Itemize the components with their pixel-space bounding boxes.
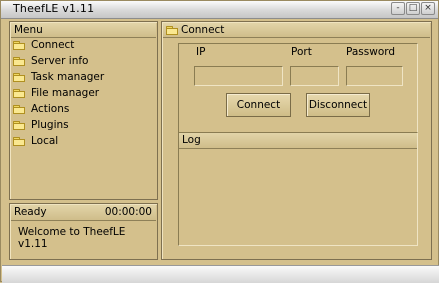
menu-item-actions[interactable]: Actions xyxy=(10,102,150,117)
status-panel-header: Ready 00:00:00 xyxy=(11,205,156,221)
log-title: Log xyxy=(182,134,201,146)
menu-panel-header: Menu xyxy=(11,23,156,38)
log-content[interactable] xyxy=(181,150,415,243)
menu-item-label: Server info xyxy=(31,55,89,67)
window-title: TheefLE v1.11 xyxy=(13,2,95,15)
menu-item-task-manager[interactable]: Task manager xyxy=(10,70,150,85)
menu-item-file-manager[interactable]: File manager xyxy=(10,86,150,101)
password-input[interactable] xyxy=(346,66,403,86)
minimize-button[interactable]: - xyxy=(391,2,405,15)
connect-panel-title: Connect xyxy=(181,24,225,36)
folder-icon xyxy=(166,26,178,35)
menu-item-label: Actions xyxy=(31,103,70,115)
menu-item-server-info[interactable]: Server info xyxy=(10,54,150,69)
password-label: Password xyxy=(346,46,396,58)
status-state: Ready xyxy=(14,206,47,218)
status-message: Welcome to TheefLE v1.11 xyxy=(18,226,126,250)
app-window: TheefLE v1.11 - □ × Menu Connect Server … xyxy=(0,0,439,283)
port-input[interactable] xyxy=(290,66,339,86)
folder-icon xyxy=(13,41,25,50)
menu-item-label: File manager xyxy=(31,87,100,99)
folder-icon xyxy=(13,121,25,130)
menu-item-plugins[interactable]: Plugins xyxy=(10,118,150,133)
port-label: Port xyxy=(291,46,312,58)
status-time: 00:00:00 xyxy=(104,206,152,218)
title-bar[interactable]: TheefLE v1.11 - □ × xyxy=(1,1,438,19)
ip-input[interactable] xyxy=(194,66,283,86)
connect-button[interactable]: Connect xyxy=(226,93,291,117)
folder-icon xyxy=(13,73,25,82)
connect-panel: Connect IP Port Password Connect Disconn… xyxy=(161,21,432,260)
menu-item-label: Connect xyxy=(31,39,75,51)
log-box: Log xyxy=(178,132,418,246)
ip-label: IP xyxy=(196,46,206,58)
bottom-bar xyxy=(2,265,439,283)
menu-item-label: Task manager xyxy=(31,71,105,83)
connect-form: IP Port Password Connect Disconnect xyxy=(178,43,418,142)
maximize-button[interactable]: □ xyxy=(406,2,420,15)
menu-title: Menu xyxy=(14,24,43,36)
menu-item-label: Local xyxy=(31,135,59,147)
menu-panel: Menu Connect Server info Task manager Fi… xyxy=(9,21,158,200)
folder-icon xyxy=(13,137,25,146)
folder-icon xyxy=(13,89,25,98)
status-panel: Ready 00:00:00 Welcome to TheefLE v1.11 xyxy=(9,203,158,260)
menu-item-connect[interactable]: Connect xyxy=(10,38,150,53)
window-controls: - □ × xyxy=(391,2,435,15)
folder-icon xyxy=(13,105,25,114)
menu-item-local[interactable]: Local xyxy=(10,134,150,149)
disconnect-button[interactable]: Disconnect xyxy=(306,93,370,117)
folder-icon xyxy=(13,57,25,66)
menu-item-label: Plugins xyxy=(31,119,69,131)
log-header: Log xyxy=(179,133,417,149)
connect-panel-header: Connect xyxy=(163,23,430,38)
close-button[interactable]: × xyxy=(421,2,435,15)
